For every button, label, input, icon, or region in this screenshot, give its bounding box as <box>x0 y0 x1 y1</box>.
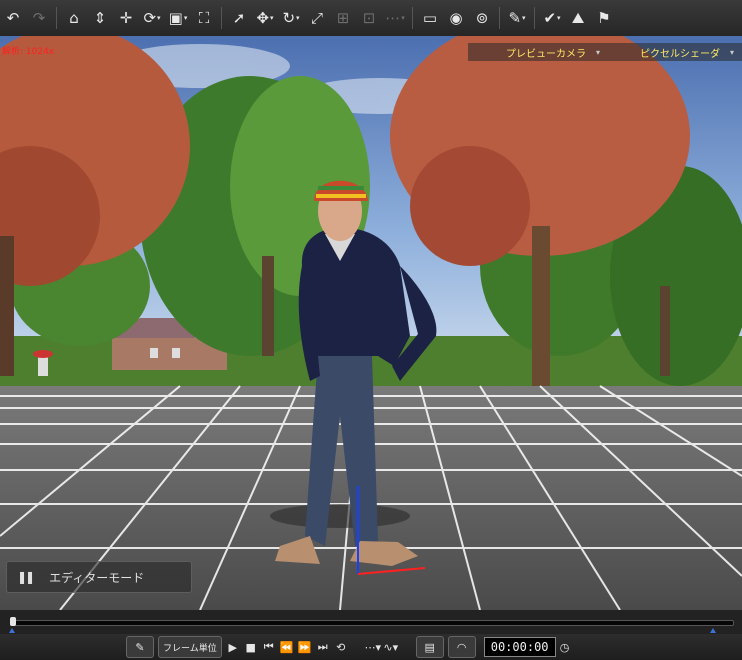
options-icon[interactable]: ⋯▾ <box>364 637 382 657</box>
timeline-playhead[interactable] <box>10 617 16 626</box>
film-icon[interactable]: ▤ <box>415 636 444 658</box>
speed-icon[interactable]: ◠ <box>447 636 476 658</box>
loop-icon[interactable]: ⟲ <box>332 637 350 657</box>
preview-icon[interactable]: ◉ <box>443 5 469 31</box>
shader-select[interactable]: ピクセルシェーダ <box>640 45 720 60</box>
main-toolbar: ↶ ↷ ⌂ ⇕ ✛ ⟳ ▾ ▣ ▾ ⛶ ➚ ✥ ▾ ↻ ▾ ⤢ ⊞ ⊡ ⋯ ▾ ▭ ◉ ⊚… <box>0 0 742 37</box>
select-arrow-icon[interactable]: ➚ <box>226 5 252 31</box>
undo-icon[interactable]: ↶ <box>0 5 26 31</box>
redo-icon[interactable]: ↷ <box>26 5 52 31</box>
timecode-display[interactable]: 00:00:00 <box>483 637 556 657</box>
render-icon[interactable]: ⊚ <box>469 5 495 31</box>
transport-bar: ✎ フレーム単位 ▶ ■ ⏮ ⏪ ⏩ ⏭ ⟲ ⋯▾ ∿▾ ▤ ◠ 00:00:0… <box>0 634 742 660</box>
fit-icon[interactable]: ⛶ <box>191 5 217 31</box>
app-window: ↶ ↷ ⌂ ⇕ ✛ ⟳ ▾ ▣ ▾ ⛶ ➚ ✥ ▾ ↻ ▾ ⤢ ⊞ ⊡ ⋯ ▾ ▭ ◉ ⊚… <box>0 0 742 660</box>
toolbar-divider <box>221 7 222 29</box>
editor-mode-panel[interactable]: ❚❚ エディターモード <box>6 561 192 593</box>
timeline-bar <box>0 610 742 634</box>
camera-bar: プレビューカメラ ▾ ピクセルシェーダ ▾ <box>468 43 742 61</box>
curve-icon[interactable]: ∿▾ <box>382 637 400 657</box>
orbit-icon[interactable]: ↻ ▾ <box>278 5 304 31</box>
editor-mode-label: エディターモード <box>49 570 145 585</box>
flag-icon[interactable]: ⚑ <box>591 5 617 31</box>
group-icon[interactable]: ⊡ <box>356 5 382 31</box>
timeline-track[interactable] <box>10 620 734 626</box>
pause-icon[interactable]: ❚❚ <box>17 570 35 584</box>
home-icon[interactable]: ⌂ <box>61 5 87 31</box>
check-icon[interactable]: ✔ ▾ <box>539 5 565 31</box>
move-all-icon[interactable]: ✛ <box>113 5 139 31</box>
chevron-down-icon[interactable]: ▾ <box>730 48 734 57</box>
scene-render <box>0 36 742 610</box>
chevron-down-icon[interactable]: ▾ <box>596 48 600 57</box>
move-up-down-icon[interactable]: ⇕ <box>87 5 113 31</box>
terrain-icon[interactable]: ⛰ <box>565 5 591 31</box>
move-gizmo-icon[interactable]: ✥ ▾ <box>252 5 278 31</box>
frame-unit-button[interactable]: フレーム単位 <box>158 636 222 658</box>
play-icon[interactable]: ▶ <box>224 637 242 657</box>
end-marker-icon[interactable] <box>710 628 716 633</box>
toolbar-divider <box>412 7 413 29</box>
scale-box-icon[interactable]: ▣ ▾ <box>165 5 191 31</box>
rotate-icon[interactable]: ⟳ ▾ <box>139 5 165 31</box>
stop-icon[interactable]: ■ <box>242 637 260 657</box>
resize-icon[interactable]: ⤢ <box>304 5 330 31</box>
pen-icon[interactable]: ✎ <box>126 636 154 658</box>
clock-icon[interactable]: ◷ <box>556 637 574 657</box>
last-frame-icon[interactable]: ⏭ <box>314 637 332 657</box>
window-icon[interactable]: ▭ <box>417 5 443 31</box>
debug-label: 解析: 1024x <box>2 47 55 57</box>
brush-icon[interactable]: ✎ ▾ <box>504 5 530 31</box>
camera-select[interactable]: プレビューカメラ <box>506 45 586 60</box>
toolbar-divider <box>534 7 535 29</box>
toolbar-divider <box>56 7 57 29</box>
fast-forward-icon[interactable]: ⏩ <box>296 637 314 657</box>
scene-viewport[interactable]: 解析: 1024x <box>0 36 742 610</box>
rewind-icon[interactable]: ⏪ <box>278 637 296 657</box>
toolbar-divider <box>499 7 500 29</box>
link-icon[interactable]: ⋯ ▾ <box>382 5 408 31</box>
first-frame-icon[interactable]: ⏮ <box>260 637 278 657</box>
align-icon[interactable]: ⊞ <box>330 5 356 31</box>
start-marker-icon[interactable] <box>9 628 15 633</box>
